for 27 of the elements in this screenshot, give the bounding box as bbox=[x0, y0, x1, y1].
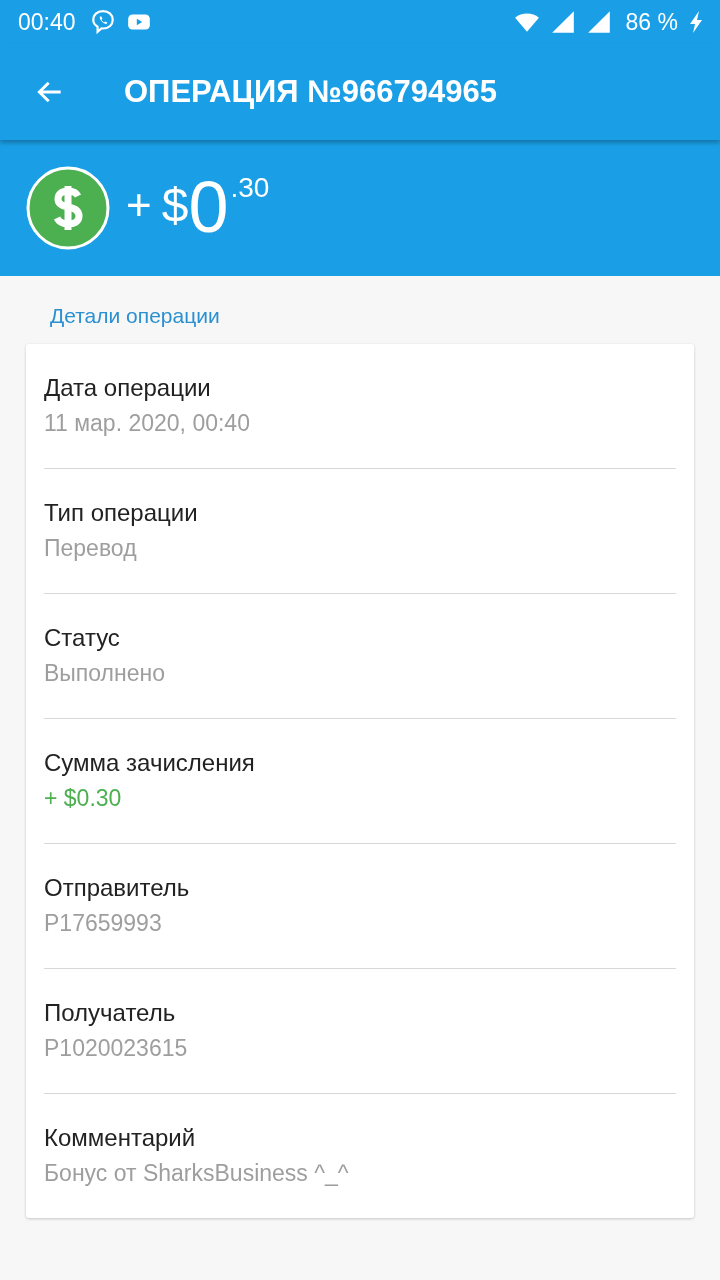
detail-value: P1020023615 bbox=[44, 1034, 189, 1062]
detail-label: Получатель bbox=[44, 998, 177, 1027]
detail-value: 11 мар. 2020, 00:40 bbox=[44, 409, 251, 437]
chat-bubble-icon bbox=[89, 9, 116, 35]
detail-label: Комментарий bbox=[44, 1123, 197, 1152]
detail-label: Тип операции bbox=[44, 498, 199, 527]
detail-label: Дата операции bbox=[44, 373, 212, 402]
status-time: 00:40 bbox=[18, 8, 76, 36]
amount-cents: .30 bbox=[230, 172, 270, 204]
detail-value: + $0.30 bbox=[44, 784, 123, 812]
amount-sign: + bbox=[126, 180, 152, 230]
signal-icon bbox=[549, 9, 576, 35]
screen-title: ОПЕРАЦИЯ №966794965 bbox=[124, 74, 497, 110]
detail-value: Перевод bbox=[44, 534, 138, 562]
lightning-icon bbox=[688, 10, 704, 34]
detail-value: Бонус от SharksBusiness ^_^ bbox=[44, 1159, 350, 1187]
detail-label: Статус bbox=[44, 623, 121, 652]
currency-symbol: $ bbox=[161, 178, 189, 232]
detail-value: Выполнено bbox=[44, 659, 167, 687]
detail-value: P17659993 bbox=[44, 909, 163, 937]
detail-label: Отправитель bbox=[44, 873, 191, 902]
detail-label: Сумма зачисления bbox=[44, 748, 256, 777]
section-title: Детали операции bbox=[49, 303, 221, 329]
signal-icon bbox=[585, 9, 612, 35]
battery-level: 86 % bbox=[625, 8, 678, 36]
dollar-coin-icon bbox=[26, 166, 110, 250]
amount-whole: 0 bbox=[188, 166, 229, 248]
